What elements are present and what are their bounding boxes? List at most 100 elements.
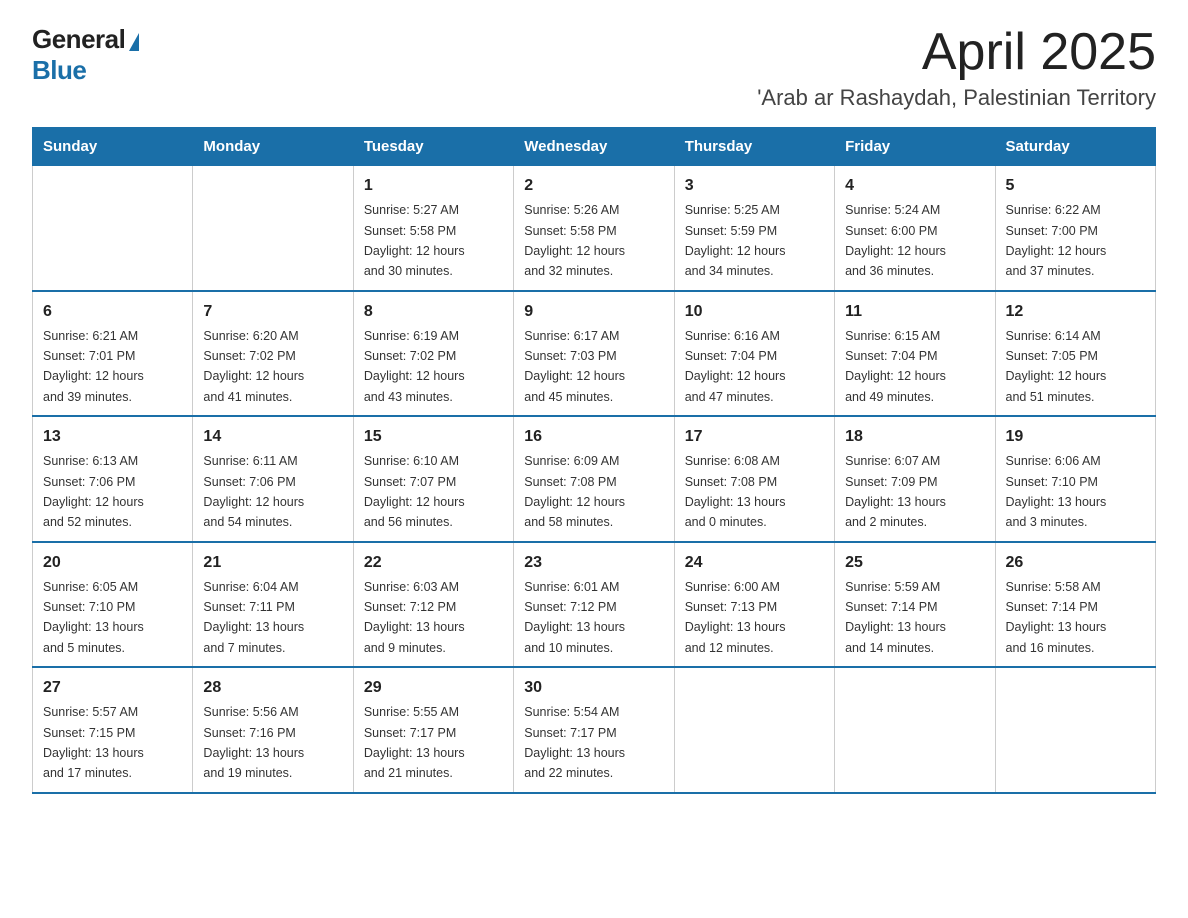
day-number: 26 bbox=[1006, 551, 1145, 575]
day-info: Sunrise: 5:55 AMSunset: 7:17 PMDaylight:… bbox=[364, 705, 465, 780]
calendar-week-row: 27 Sunrise: 5:57 AMSunset: 7:15 PMDayligh… bbox=[33, 667, 1156, 793]
day-number: 1 bbox=[364, 174, 503, 198]
day-info: Sunrise: 6:00 AMSunset: 7:13 PMDaylight:… bbox=[685, 580, 786, 655]
calendar-day-19: 19 Sunrise: 6:06 AMSunset: 7:10 PMDayligh… bbox=[995, 416, 1155, 542]
calendar-day-30: 30 Sunrise: 5:54 AMSunset: 7:17 PMDayligh… bbox=[514, 667, 674, 793]
calendar-day-29: 29 Sunrise: 5:55 AMSunset: 7:17 PMDayligh… bbox=[353, 667, 513, 793]
day-info: Sunrise: 6:21 AMSunset: 7:01 PMDaylight:… bbox=[43, 329, 144, 404]
calendar-day-6: 6Sunrise: 6:21 AMSunset: 7:01 PMDaylight… bbox=[33, 291, 193, 417]
calendar-day-empty bbox=[674, 667, 834, 793]
day-info: Sunrise: 6:15 AMSunset: 7:04 PMDaylight:… bbox=[845, 329, 946, 404]
day-info: Sunrise: 5:24 AMSunset: 6:00 PMDaylight:… bbox=[845, 203, 946, 278]
day-header-monday: Monday bbox=[193, 128, 353, 166]
day-info: Sunrise: 6:17 AMSunset: 7:03 PMDaylight:… bbox=[524, 329, 625, 404]
day-header-thursday: Thursday bbox=[674, 128, 834, 166]
calendar-day-5: 5 Sunrise: 6:22 AMSunset: 7:00 PMDaylight… bbox=[995, 166, 1155, 291]
day-number: 30 bbox=[524, 676, 663, 700]
day-number: 20 bbox=[43, 551, 182, 575]
day-info: Sunrise: 6:16 AMSunset: 7:04 PMDaylight:… bbox=[685, 329, 786, 404]
day-info: Sunrise: 6:01 AMSunset: 7:12 PMDaylight:… bbox=[524, 580, 625, 655]
day-number: 4 bbox=[845, 174, 984, 198]
day-info: Sunrise: 5:27 AMSunset: 5:58 PMDaylight:… bbox=[364, 203, 465, 278]
day-info: Sunrise: 5:58 AMSunset: 7:14 PMDaylight:… bbox=[1006, 580, 1107, 655]
calendar-day-17: 17Sunrise: 6:08 AMSunset: 7:08 PMDayligh… bbox=[674, 416, 834, 542]
day-number: 24 bbox=[685, 551, 824, 575]
calendar-subtitle: 'Arab ar Rashaydah, Palestinian Territor… bbox=[757, 85, 1156, 111]
day-number: 7 bbox=[203, 300, 342, 324]
day-number: 18 bbox=[845, 425, 984, 449]
calendar-day-4: 4 Sunrise: 5:24 AMSunset: 6:00 PMDaylight… bbox=[835, 166, 995, 291]
day-info: Sunrise: 6:20 AMSunset: 7:02 PMDaylight:… bbox=[203, 329, 304, 404]
calendar-day-10: 10 Sunrise: 6:16 AMSunset: 7:04 PMDayligh… bbox=[674, 291, 834, 417]
calendar-day-27: 27 Sunrise: 5:57 AMSunset: 7:15 PMDayligh… bbox=[33, 667, 193, 793]
calendar-day-18: 18 Sunrise: 6:07 AMSunset: 7:09 PMDayligh… bbox=[835, 416, 995, 542]
day-number: 12 bbox=[1006, 300, 1145, 324]
day-info: Sunrise: 5:26 AMSunset: 5:58 PMDaylight:… bbox=[524, 203, 625, 278]
calendar-table: SundayMondayTuesdayWednesdayThursdayFrid… bbox=[32, 127, 1156, 794]
calendar-day-21: 21 Sunrise: 6:04 AMSunset: 7:11 PMDayligh… bbox=[193, 542, 353, 668]
calendar-title: April 2025 bbox=[757, 24, 1156, 81]
title-block: April 2025 'Arab ar Rashaydah, Palestini… bbox=[757, 24, 1156, 111]
calendar-day-empty bbox=[33, 166, 193, 291]
calendar-week-row: 20 Sunrise: 6:05 AMSunset: 7:10 PMDayligh… bbox=[33, 542, 1156, 668]
calendar-day-11: 11Sunrise: 6:15 AMSunset: 7:04 PMDayligh… bbox=[835, 291, 995, 417]
day-header-wednesday: Wednesday bbox=[514, 128, 674, 166]
day-number: 27 bbox=[43, 676, 182, 700]
day-number: 22 bbox=[364, 551, 503, 575]
day-number: 8 bbox=[364, 300, 503, 324]
day-info: Sunrise: 6:05 AMSunset: 7:10 PMDaylight:… bbox=[43, 580, 144, 655]
calendar-day-13: 13Sunrise: 6:13 AMSunset: 7:06 PMDayligh… bbox=[33, 416, 193, 542]
calendar-day-1: 1 Sunrise: 5:27 AMSunset: 5:58 PMDaylight… bbox=[353, 166, 513, 291]
calendar-day-23: 23 Sunrise: 6:01 AMSunset: 7:12 PMDayligh… bbox=[514, 542, 674, 668]
day-number: 29 bbox=[364, 676, 503, 700]
calendar-day-7: 7 Sunrise: 6:20 AMSunset: 7:02 PMDaylight… bbox=[193, 291, 353, 417]
logo: General Blue bbox=[32, 24, 139, 86]
day-number: 16 bbox=[524, 425, 663, 449]
calendar-header-row: SundayMondayTuesdayWednesdayThursdayFrid… bbox=[33, 128, 1156, 166]
day-info: Sunrise: 6:07 AMSunset: 7:09 PMDaylight:… bbox=[845, 454, 946, 529]
day-header-saturday: Saturday bbox=[995, 128, 1155, 166]
day-number: 28 bbox=[203, 676, 342, 700]
calendar-day-empty bbox=[193, 166, 353, 291]
calendar-day-24: 24 Sunrise: 6:00 AMSunset: 7:13 PMDayligh… bbox=[674, 542, 834, 668]
day-info: Sunrise: 6:08 AMSunset: 7:08 PMDaylight:… bbox=[685, 454, 786, 529]
calendar-week-row: 1 Sunrise: 5:27 AMSunset: 5:58 PMDaylight… bbox=[33, 166, 1156, 291]
day-info: Sunrise: 6:10 AMSunset: 7:07 PMDaylight:… bbox=[364, 454, 465, 529]
day-header-friday: Friday bbox=[835, 128, 995, 166]
day-number: 9 bbox=[524, 300, 663, 324]
day-info: Sunrise: 6:11 AMSunset: 7:06 PMDaylight:… bbox=[203, 454, 304, 529]
day-number: 19 bbox=[1006, 425, 1145, 449]
day-number: 10 bbox=[685, 300, 824, 324]
day-number: 13 bbox=[43, 425, 182, 449]
day-info: Sunrise: 6:04 AMSunset: 7:11 PMDaylight:… bbox=[203, 580, 304, 655]
day-info: Sunrise: 6:14 AMSunset: 7:05 PMDaylight:… bbox=[1006, 329, 1107, 404]
day-number: 25 bbox=[845, 551, 984, 575]
day-info: Sunrise: 6:22 AMSunset: 7:00 PMDaylight:… bbox=[1006, 203, 1107, 278]
day-info: Sunrise: 6:06 AMSunset: 7:10 PMDaylight:… bbox=[1006, 454, 1107, 529]
calendar-day-empty bbox=[995, 667, 1155, 793]
day-number: 5 bbox=[1006, 174, 1145, 198]
day-info: Sunrise: 6:03 AMSunset: 7:12 PMDaylight:… bbox=[364, 580, 465, 655]
day-info: Sunrise: 5:56 AMSunset: 7:16 PMDaylight:… bbox=[203, 705, 304, 780]
day-info: Sunrise: 5:54 AMSunset: 7:17 PMDaylight:… bbox=[524, 705, 625, 780]
day-header-sunday: Sunday bbox=[33, 128, 193, 166]
header: General Blue April 2025 'Arab ar Rashayd… bbox=[32, 24, 1156, 111]
day-number: 3 bbox=[685, 174, 824, 198]
calendar-week-row: 13Sunrise: 6:13 AMSunset: 7:06 PMDayligh… bbox=[33, 416, 1156, 542]
calendar-day-12: 12 Sunrise: 6:14 AMSunset: 7:05 PMDayligh… bbox=[995, 291, 1155, 417]
calendar-day-14: 14 Sunrise: 6:11 AMSunset: 7:06 PMDayligh… bbox=[193, 416, 353, 542]
day-number: 21 bbox=[203, 551, 342, 575]
day-number: 23 bbox=[524, 551, 663, 575]
calendar-day-25: 25 Sunrise: 5:59 AMSunset: 7:14 PMDayligh… bbox=[835, 542, 995, 668]
day-info: Sunrise: 5:25 AMSunset: 5:59 PMDaylight:… bbox=[685, 203, 786, 278]
calendar-day-22: 22 Sunrise: 6:03 AMSunset: 7:12 PMDayligh… bbox=[353, 542, 513, 668]
day-number: 2 bbox=[524, 174, 663, 198]
day-info: Sunrise: 6:19 AMSunset: 7:02 PMDaylight:… bbox=[364, 329, 465, 404]
calendar-day-2: 2 Sunrise: 5:26 AMSunset: 5:58 PMDaylight… bbox=[514, 166, 674, 291]
day-info: Sunrise: 5:59 AMSunset: 7:14 PMDaylight:… bbox=[845, 580, 946, 655]
calendar-day-empty bbox=[835, 667, 995, 793]
logo-general-text: General bbox=[32, 24, 125, 55]
calendar-day-3: 3 Sunrise: 5:25 AMSunset: 5:59 PMDaylight… bbox=[674, 166, 834, 291]
day-info: Sunrise: 5:57 AMSunset: 7:15 PMDaylight:… bbox=[43, 705, 144, 780]
day-number: 14 bbox=[203, 425, 342, 449]
